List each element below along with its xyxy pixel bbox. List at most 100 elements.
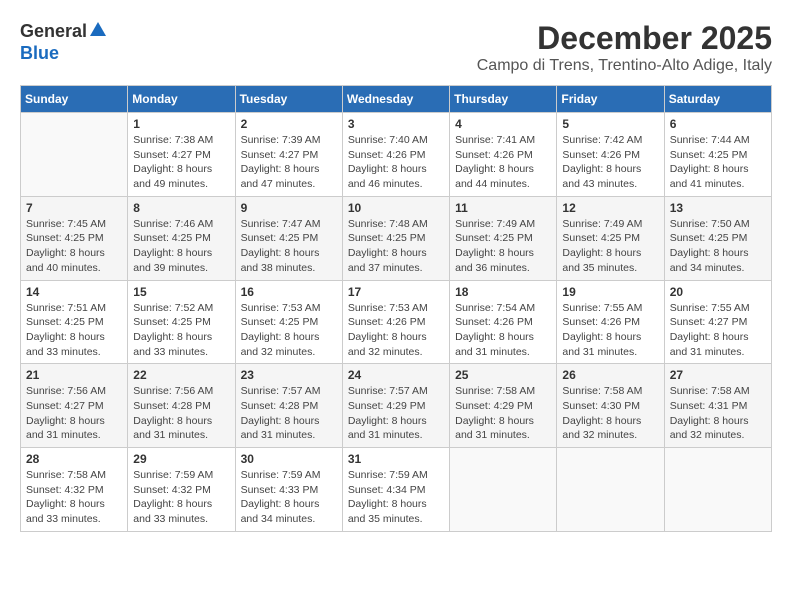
day-number: 12 xyxy=(562,201,658,215)
calendar-cell: 10Sunrise: 7:48 AMSunset: 4:25 PMDayligh… xyxy=(342,196,449,280)
calendar-cell: 14 Sunrise: 7:51 AMSunset: 4:25 PMDayligh… xyxy=(21,280,128,364)
calendar-cell: 31 Sunrise: 7:59 AMSunset: 4:34 PMDayligh… xyxy=(342,448,449,532)
day-info: Sunrise: 7:55 AMSunset: 4:26 PMDaylight:… xyxy=(562,301,658,360)
day-info: Sunrise: 7:58 AMSunset: 4:29 PMDaylight:… xyxy=(455,384,551,443)
day-number: 1 xyxy=(133,117,229,131)
calendar-cell: 6Sunrise: 7:44 AMSunset: 4:25 PMDaylight… xyxy=(664,113,771,197)
day-info: Sunrise: 7:39 AMSunset: 4:27 PMDaylight:… xyxy=(241,133,337,192)
calendar-cell: 24Sunrise: 7:57 AMSunset: 4:29 PMDayligh… xyxy=(342,364,449,448)
calendar-cell xyxy=(664,448,771,532)
day-info: Sunrise: 7:59 AMSunset: 4:33 PMDaylight:… xyxy=(241,468,337,527)
day-number: 13 xyxy=(670,201,766,215)
title-area: December 2025 Campo di Trens, Trentino-A… xyxy=(477,20,772,75)
day-number: 11 xyxy=(455,201,551,215)
calendar-cell xyxy=(21,113,128,197)
calendar-cell: 4 Sunrise: 7:41 AMSunset: 4:26 PMDaylight… xyxy=(450,113,557,197)
calendar-cell: 23 Sunrise: 7:57 AMSunset: 4:28 PMDayligh… xyxy=(235,364,342,448)
day-info: Sunrise: 7:58 AMSunset: 4:32 PMDaylight:… xyxy=(26,468,122,527)
day-number: 10 xyxy=(348,201,444,215)
month-year-title: December 2025 xyxy=(477,20,772,57)
calendar-cell: 8Sunrise: 7:46 AMSunset: 4:25 PMDaylight… xyxy=(128,196,235,280)
day-number: 2 xyxy=(241,117,337,131)
calendar-cell xyxy=(557,448,664,532)
header-friday: Friday xyxy=(557,86,664,113)
header-monday: Monday xyxy=(128,86,235,113)
calendar-cell: 18 Sunrise: 7:54 AMSunset: 4:26 PMDayligh… xyxy=(450,280,557,364)
calendar-cell: 3 Sunrise: 7:40 AMSunset: 4:26 PMDaylight… xyxy=(342,113,449,197)
day-number: 16 xyxy=(241,285,337,299)
week-row-4: 21 Sunrise: 7:56 AMSunset: 4:27 PMDayligh… xyxy=(21,364,772,448)
calendar-cell: 21 Sunrise: 7:56 AMSunset: 4:27 PMDayligh… xyxy=(21,364,128,448)
day-info: Sunrise: 7:44 AMSunset: 4:25 PMDaylight:… xyxy=(670,133,766,192)
day-number: 14 xyxy=(26,285,122,299)
header-thursday: Thursday xyxy=(450,86,557,113)
day-info: Sunrise: 7:59 AMSunset: 4:34 PMDaylight:… xyxy=(348,468,444,527)
day-number: 7 xyxy=(26,201,122,215)
calendar-cell: 1Sunrise: 7:38 AMSunset: 4:27 PMDaylight… xyxy=(128,113,235,197)
day-number: 25 xyxy=(455,368,551,382)
day-number: 20 xyxy=(670,285,766,299)
calendar-cell: 28Sunrise: 7:58 AMSunset: 4:32 PMDayligh… xyxy=(21,448,128,532)
calendar-cell: 16 Sunrise: 7:53 AMSunset: 4:25 PMDayligh… xyxy=(235,280,342,364)
calendar-cell: 20 Sunrise: 7:55 AMSunset: 4:27 PMDayligh… xyxy=(664,280,771,364)
header-tuesday: Tuesday xyxy=(235,86,342,113)
day-info: Sunrise: 7:51 AMSunset: 4:25 PMDaylight:… xyxy=(26,301,122,360)
day-info: Sunrise: 7:56 AMSunset: 4:28 PMDaylight:… xyxy=(133,384,229,443)
day-number: 18 xyxy=(455,285,551,299)
logo: General Blue xyxy=(20,20,107,64)
day-number: 23 xyxy=(241,368,337,382)
day-number: 24 xyxy=(348,368,444,382)
calendar-cell: 30 Sunrise: 7:59 AMSunset: 4:33 PMDayligh… xyxy=(235,448,342,532)
day-number: 26 xyxy=(562,368,658,382)
logo-general-text: General xyxy=(20,21,87,42)
week-row-3: 14 Sunrise: 7:51 AMSunset: 4:25 PMDayligh… xyxy=(21,280,772,364)
calendar-cell: 29 Sunrise: 7:59 AMSunset: 4:32 PMDayligh… xyxy=(128,448,235,532)
day-info: Sunrise: 7:58 AMSunset: 4:31 PMDaylight:… xyxy=(670,384,766,443)
day-info: Sunrise: 7:52 AMSunset: 4:25 PMDaylight:… xyxy=(133,301,229,360)
day-number: 19 xyxy=(562,285,658,299)
day-number: 22 xyxy=(133,368,229,382)
day-number: 9 xyxy=(241,201,337,215)
day-number: 4 xyxy=(455,117,551,131)
day-info: Sunrise: 7:45 AMSunset: 4:25 PMDaylight:… xyxy=(26,217,122,276)
day-number: 3 xyxy=(348,117,444,131)
day-number: 27 xyxy=(670,368,766,382)
header-wednesday: Wednesday xyxy=(342,86,449,113)
calendar-cell: 25 Sunrise: 7:58 AMSunset: 4:29 PMDayligh… xyxy=(450,364,557,448)
calendar-cell: 12 Sunrise: 7:49 AMSunset: 4:25 PMDayligh… xyxy=(557,196,664,280)
calendar-cell: 27 Sunrise: 7:58 AMSunset: 4:31 PMDayligh… xyxy=(664,364,771,448)
calendar-cell: 17Sunrise: 7:53 AMSunset: 4:26 PMDayligh… xyxy=(342,280,449,364)
day-info: Sunrise: 7:47 AMSunset: 4:25 PMDaylight:… xyxy=(241,217,337,276)
day-number: 15 xyxy=(133,285,229,299)
day-number: 17 xyxy=(348,285,444,299)
day-info: Sunrise: 7:50 AMSunset: 4:25 PMDaylight:… xyxy=(670,217,766,276)
day-info: Sunrise: 7:54 AMSunset: 4:26 PMDaylight:… xyxy=(455,301,551,360)
day-info: Sunrise: 7:57 AMSunset: 4:28 PMDaylight:… xyxy=(241,384,337,443)
day-number: 21 xyxy=(26,368,122,382)
day-info: Sunrise: 7:41 AMSunset: 4:26 PMDaylight:… xyxy=(455,133,551,192)
calendar-cell: 5 Sunrise: 7:42 AMSunset: 4:26 PMDaylight… xyxy=(557,113,664,197)
calendar-cell: 22 Sunrise: 7:56 AMSunset: 4:28 PMDayligh… xyxy=(128,364,235,448)
day-number: 31 xyxy=(348,452,444,466)
day-info: Sunrise: 7:53 AMSunset: 4:25 PMDaylight:… xyxy=(241,301,337,360)
day-number: 30 xyxy=(241,452,337,466)
day-number: 29 xyxy=(133,452,229,466)
day-info: Sunrise: 7:40 AMSunset: 4:26 PMDaylight:… xyxy=(348,133,444,192)
week-row-1: 1Sunrise: 7:38 AMSunset: 4:27 PMDaylight… xyxy=(21,113,772,197)
calendar-cell: 7 Sunrise: 7:45 AMSunset: 4:25 PMDaylight… xyxy=(21,196,128,280)
calendar-cell: 13 Sunrise: 7:50 AMSunset: 4:25 PMDayligh… xyxy=(664,196,771,280)
header-sunday: Sunday xyxy=(21,86,128,113)
calendar-cell: 19 Sunrise: 7:55 AMSunset: 4:26 PMDayligh… xyxy=(557,280,664,364)
day-info: Sunrise: 7:49 AMSunset: 4:25 PMDaylight:… xyxy=(455,217,551,276)
day-info: Sunrise: 7:42 AMSunset: 4:26 PMDaylight:… xyxy=(562,133,658,192)
calendar-cell xyxy=(450,448,557,532)
day-info: Sunrise: 7:58 AMSunset: 4:30 PMDaylight:… xyxy=(562,384,658,443)
day-number: 8 xyxy=(133,201,229,215)
day-number: 5 xyxy=(562,117,658,131)
day-info: Sunrise: 7:55 AMSunset: 4:27 PMDaylight:… xyxy=(670,301,766,360)
day-info: Sunrise: 7:56 AMSunset: 4:27 PMDaylight:… xyxy=(26,384,122,443)
calendar-cell: 9 Sunrise: 7:47 AMSunset: 4:25 PMDaylight… xyxy=(235,196,342,280)
day-info: Sunrise: 7:59 AMSunset: 4:32 PMDaylight:… xyxy=(133,468,229,527)
calendar-header-row: SundayMondayTuesdayWednesdayThursdayFrid… xyxy=(21,86,772,113)
day-info: Sunrise: 7:49 AMSunset: 4:25 PMDaylight:… xyxy=(562,217,658,276)
